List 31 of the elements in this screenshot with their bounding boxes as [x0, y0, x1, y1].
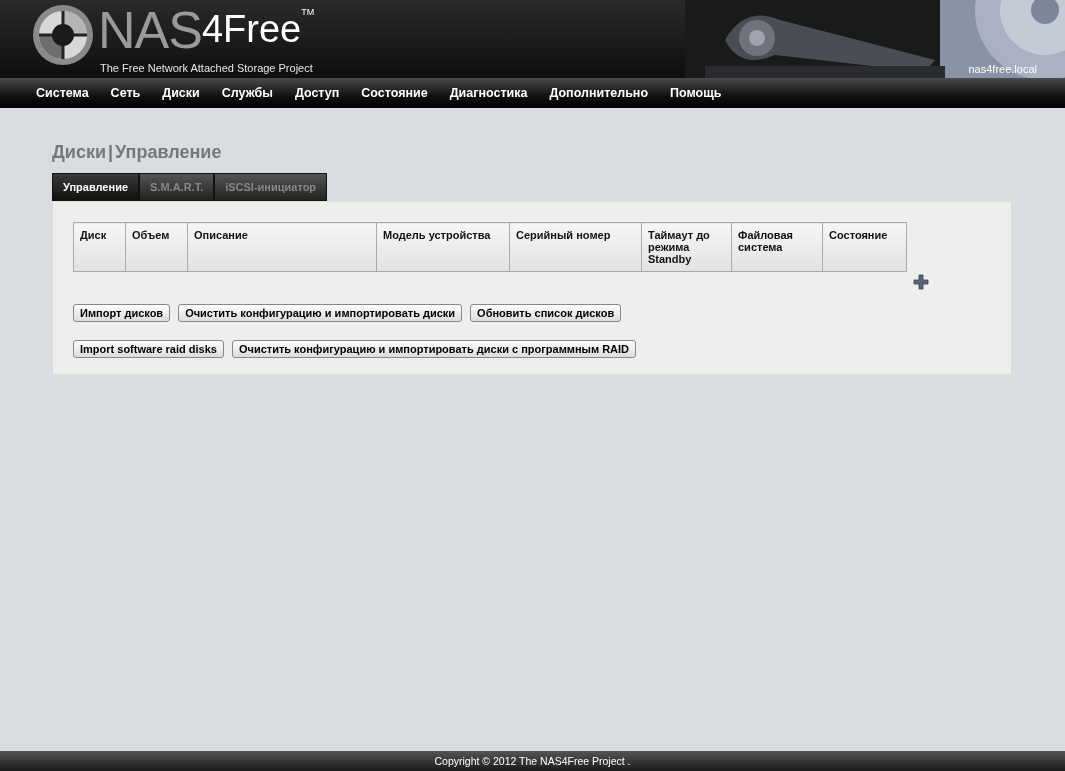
logo-icon: [32, 4, 94, 66]
title-separator: |: [108, 142, 114, 163]
column-header: Диск: [73, 222, 126, 272]
page-title: Диски: [52, 142, 106, 163]
menu-item[interactable]: Система: [25, 86, 100, 100]
menu-item[interactable]: Дополнительно: [538, 86, 660, 100]
action-button[interactable]: Очистить конфигурацию и импортировать диски: [178, 304, 463, 322]
add-icon[interactable]: [913, 274, 929, 290]
column-header: Описание: [187, 222, 377, 272]
copyright-text: Copyright © 2012 The NAS4Free Project .: [434, 755, 631, 767]
action-button[interactable]: Импорт дисков: [73, 304, 171, 322]
column-header: Состояние: [822, 222, 907, 272]
menu-item[interactable]: Помощь: [659, 86, 733, 100]
tagline: The Free Network Attached Storage Project: [100, 62, 313, 74]
menu-item[interactable]: Сеть: [99, 86, 152, 100]
menu-item[interactable]: Диски: [151, 86, 211, 100]
action-button[interactable]: Очистить конфигурацию и импортировать диски с программным RAID: [231, 340, 637, 358]
column-header: Таймаут до режима Standby: [641, 222, 732, 272]
action-button[interactable]: Import software raid disks: [73, 340, 224, 358]
column-header: Объем: [125, 222, 188, 272]
menu-item[interactable]: Состояние: [350, 86, 439, 100]
hostname: nas4free.local: [968, 63, 1037, 75]
menu-item[interactable]: Службы: [210, 86, 284, 100]
column-header: Модель устройства: [376, 222, 510, 272]
column-header: Серийный номер: [509, 222, 642, 272]
tab[interactable]: Управление: [52, 173, 139, 201]
action-button[interactable]: Обновить список дисков: [470, 304, 622, 322]
menu-item[interactable]: Доступ: [283, 86, 351, 100]
page-title: Управление: [115, 142, 222, 163]
column-header: Файловая система: [731, 222, 823, 272]
menu-item[interactable]: Диагностика: [438, 86, 539, 100]
